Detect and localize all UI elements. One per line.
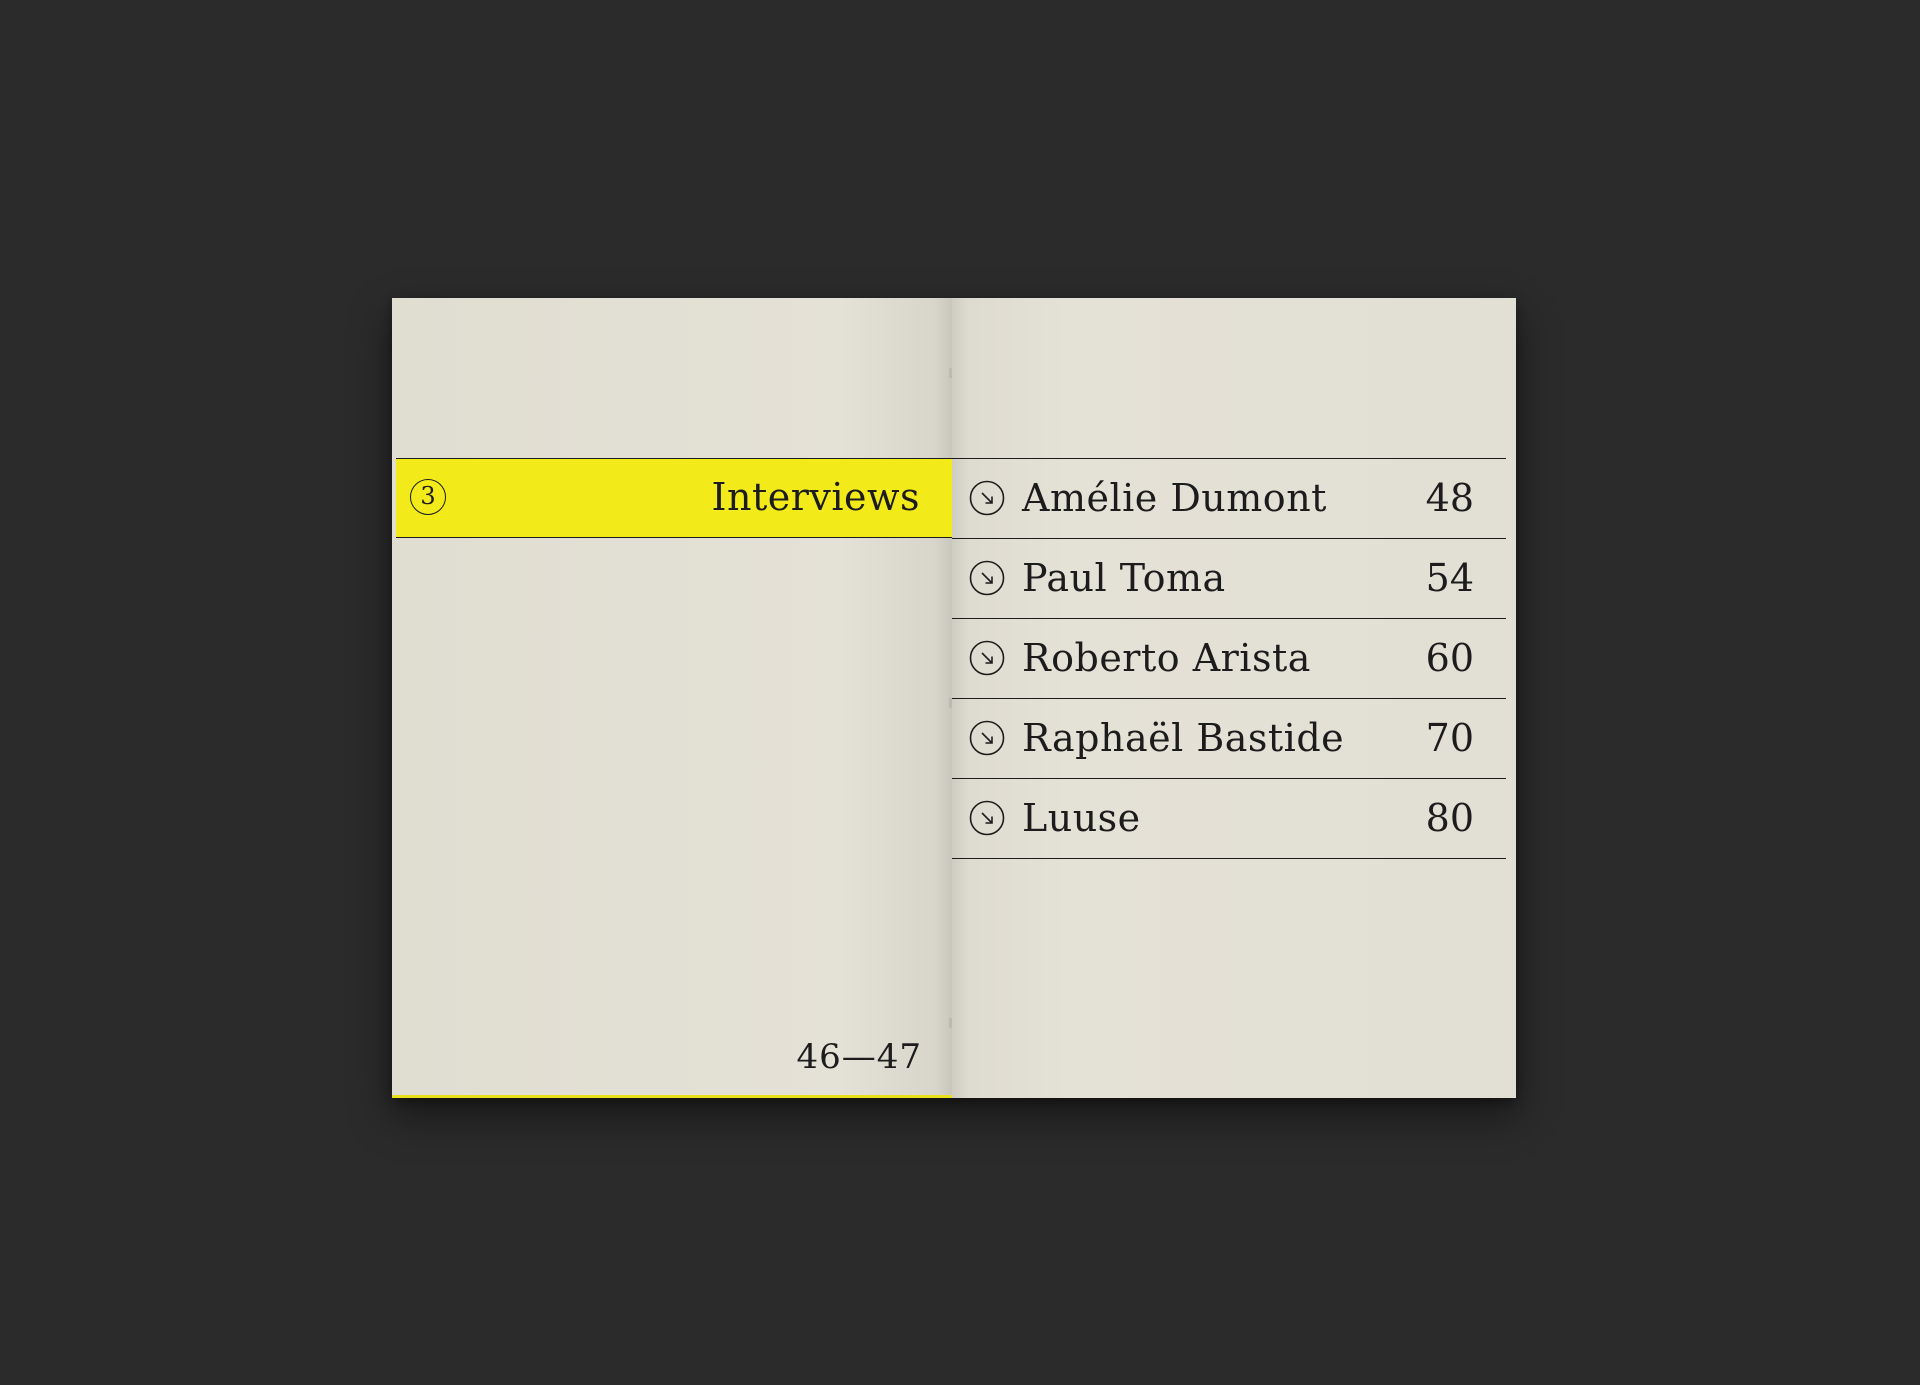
toc-entry-name: Paul Toma — [1022, 556, 1226, 600]
arrow-down-right-circle-icon — [969, 640, 1005, 676]
right-page: Amélie Dumont 48 Paul Toma 54 Roberto Ar… — [952, 298, 1516, 1098]
toc-entry[interactable]: Roberto Arista 60 — [952, 619, 1506, 699]
toc-entry[interactable]: Luuse 80 — [952, 779, 1506, 859]
section-number-badge: 3 — [410, 479, 446, 515]
toc-entry[interactable]: Amélie Dumont 48 — [952, 459, 1506, 539]
toc-entry-name: Amélie Dumont — [1022, 476, 1327, 520]
arrow-down-right-circle-icon — [969, 480, 1005, 516]
toc-entry-page: 54 — [1425, 556, 1474, 600]
toc-entry-page: 70 — [1425, 716, 1474, 760]
section-header-band: 3 Interviews — [396, 458, 952, 538]
toc-entry-page: 60 — [1425, 636, 1474, 680]
toc-entry-name: Luuse — [1022, 796, 1141, 840]
arrow-down-right-circle-icon — [969, 560, 1005, 596]
page-numbers: 46—47 — [796, 1037, 922, 1077]
toc-entry[interactable]: Paul Toma 54 — [952, 539, 1506, 619]
arrow-down-right-circle-icon — [969, 720, 1005, 756]
toc-entry-name: Roberto Arista — [1022, 636, 1311, 680]
toc-entry-page: 48 — [1425, 476, 1474, 520]
toc-entry-name: Raphaël Bastide — [1022, 716, 1345, 760]
arrow-down-right-circle-icon — [969, 800, 1005, 836]
booklet-spread: 3 Interviews 46—47 Amélie Dumont 48 Paul… — [392, 298, 1516, 1098]
table-of-contents: Amélie Dumont 48 Paul Toma 54 Roberto Ar… — [952, 458, 1506, 859]
toc-entry-page: 80 — [1425, 796, 1474, 840]
toc-entry[interactable]: Raphaël Bastide 70 — [952, 699, 1506, 779]
section-title: Interviews — [711, 475, 920, 519]
left-page: 3 Interviews 46—47 — [392, 298, 952, 1098]
